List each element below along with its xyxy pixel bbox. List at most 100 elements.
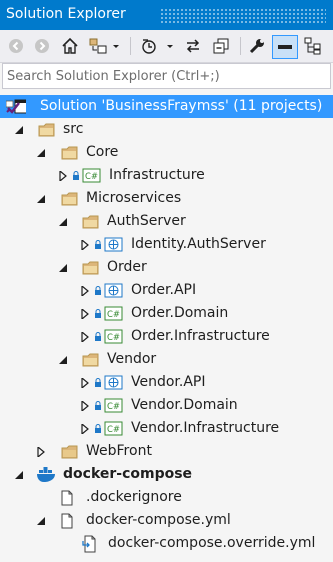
folder-icon [38,122,58,138]
expanded-arrow-icon[interactable] [35,147,47,159]
csharp-badge: C# [107,402,120,412]
tree-item-label: Order.API [131,282,197,298]
tree-item-label: Vendor.Infrastructure [131,420,280,436]
visual-studio-solution-icon [6,99,26,115]
tree-item-label: Core [86,144,119,160]
tree-item-docker-compose[interactable]: docker-compose [0,463,333,486]
collapsed-arrow-icon[interactable] [79,377,91,389]
web-project-icon [104,237,124,253]
toolbar [0,30,333,63]
csharp-badge: C# [107,333,120,343]
tree-item-label: docker-compose [63,466,193,482]
tree-item-vendor-infrastructure[interactable]: C# Vendor.Infrastructure [0,417,333,440]
tree-item-label: docker-compose.yml [86,512,231,528]
tree-item-label: WebFront [86,443,152,459]
pending-changes-filter-button[interactable] [138,35,176,57]
tree-item-label: Order.Domain [131,305,229,321]
sync-button[interactable] [182,35,204,57]
tree-item-vendor-domain[interactable]: C# Vendor.Domain [0,394,333,417]
tree-item-docker-compose-yml[interactable]: docker-compose.yml [0,509,333,532]
csharp-badge: C# [107,310,120,320]
collapsed-arrow-icon[interactable] [79,331,91,343]
tree-item-src[interactable]: src [0,118,333,141]
toolbar-separator [130,37,131,55]
tree-item-vendor-api[interactable]: Vendor.API [0,371,333,394]
tree-item-label: .dockerignore [86,489,182,505]
collapsed-arrow-icon[interactable] [79,400,91,412]
tree-item-order-domain[interactable]: C# Order.Domain [0,302,333,325]
folder-icon [82,352,102,368]
expanded-arrow-icon[interactable] [13,124,25,136]
tree-item-dockerignore[interactable]: .dockerignore [0,486,333,509]
search-input[interactable] [3,64,330,88]
properties-icon [249,39,264,54]
tree-item-authserver[interactable]: AuthServer [0,210,333,233]
tree-item-order-api[interactable]: Order.API [0,279,333,302]
csharp-project-icon: C# [104,306,124,322]
tree-item-vendor[interactable]: Vendor [0,348,333,371]
properties-button[interactable] [246,35,268,57]
expanded-arrow-icon[interactable] [57,262,69,274]
tree-item-identity-authserver[interactable]: Identity.AuthServer [0,233,333,256]
collapsed-arrow-icon[interactable] [79,423,91,435]
collapse-all-icon [213,38,229,54]
folder-icon [61,145,81,161]
folder-icon [82,260,102,276]
switch-views-icon [89,38,119,54]
tree-item-label: Solution 'BusinessFraymss' (11 projects) [40,98,323,114]
preview-selected-items-icon [278,45,292,49]
csharp-project-icon: C# [104,398,124,414]
drag-grip[interactable] [160,8,326,24]
folder-icon [61,444,81,460]
tree-item-order-infrastructure[interactable]: C# Order.Infrastructure [0,325,333,348]
web-project-icon [104,283,124,299]
tree-item-solution[interactable]: Solution 'BusinessFraymss' (11 projects) [0,95,333,118]
forward-button[interactable] [32,35,52,57]
folder-icon [82,214,102,230]
tree-item-infrastructure[interactable]: C# Infrastructure [0,164,333,187]
pending-changes-filter-icon [142,39,173,54]
collapsed-arrow-icon[interactable] [79,239,91,251]
back-button[interactable] [6,35,26,57]
csharp-project-icon: C# [104,329,124,345]
home-button[interactable] [59,35,81,57]
toolbar-separator [240,37,241,55]
expanded-arrow-icon[interactable] [57,216,69,228]
collapsed-arrow-icon[interactable] [35,446,47,458]
tree-item-label: Vendor [107,351,157,367]
tree-item-label: Microservices [86,190,182,206]
web-project-icon [104,375,124,391]
expanded-arrow-icon[interactable] [35,193,47,205]
expanded-arrow-icon[interactable] [13,469,25,481]
tree-item-label: Vendor.API [131,374,206,390]
tree-item-order[interactable]: Order [0,256,333,279]
tree-item-label: Order [107,259,147,275]
tree-item-label: Vendor.Domain [131,397,238,413]
expanded-arrow-icon[interactable] [35,515,47,527]
tree-item-core[interactable]: Core [0,141,333,164]
back-icon [9,39,23,53]
file-icon [60,513,80,529]
show-all-files-icon [304,37,321,55]
collapsed-arrow-icon[interactable] [79,285,91,297]
search-box[interactable] [2,63,331,89]
tree-item-label: Infrastructure [109,167,205,183]
preview-selected-items-button[interactable] [272,35,298,59]
file-icon [60,490,80,506]
collapse-all-button[interactable] [210,35,232,57]
switch-views-button[interactable] [86,35,122,57]
tree-item-microservices[interactable]: Microservices [0,187,333,210]
collapsed-arrow-icon[interactable] [79,308,91,320]
docker-icon [36,466,56,483]
forward-icon [35,39,49,53]
tree-item-label: src [63,121,84,137]
expanded-arrow-icon[interactable] [57,354,69,366]
home-icon [62,37,78,54]
collapsed-arrow-icon[interactable] [57,170,69,182]
nested-file-icon [82,535,102,552]
tree-item-docker-compose-override[interactable]: docker-compose.override.yml [0,532,333,555]
tree-item-webfront[interactable]: WebFront [0,440,333,463]
show-all-files-button[interactable] [301,35,325,57]
sync-with-active-document-icon [186,39,200,53]
folder-icon [61,191,81,207]
